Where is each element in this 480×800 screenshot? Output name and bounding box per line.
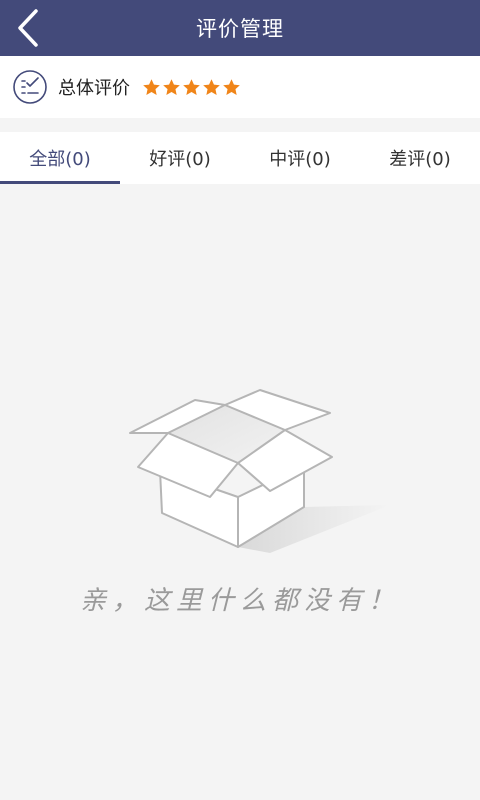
tab-positive[interactable]: 好评(0)	[120, 132, 240, 184]
empty-box-icon	[129, 389, 390, 553]
rating-stars	[142, 78, 241, 97]
top-bar: 评价管理	[0, 0, 480, 56]
star-icon	[203, 78, 220, 95]
back-button[interactable]	[6, 6, 50, 50]
rating-list-icon	[13, 70, 47, 104]
tab-negative[interactable]: 差评(0)	[360, 132, 480, 184]
tab-neutral[interactable]: 中评(0)	[240, 132, 360, 184]
app-root: 评价管理 总体评价 全部(0) 好评(0) 中评(0) 差评(0) 亲，这里什么…	[0, 0, 480, 800]
chevron-left-icon	[18, 9, 38, 47]
tab-all[interactable]: 全部(0)	[0, 132, 120, 184]
star-icon	[143, 78, 160, 95]
star-icon	[223, 78, 240, 95]
star-icon	[183, 78, 200, 95]
empty-state-message: 亲，这里什么都没有！	[79, 586, 400, 616]
review-filter-tabs: 全部(0) 好评(0) 中评(0) 差评(0)	[0, 132, 480, 184]
overall-rating-row: 总体评价	[0, 56, 480, 118]
overall-rating-label: 总体评价	[58, 78, 130, 99]
page-title: 评价管理	[196, 17, 284, 41]
star-icon	[163, 78, 180, 95]
